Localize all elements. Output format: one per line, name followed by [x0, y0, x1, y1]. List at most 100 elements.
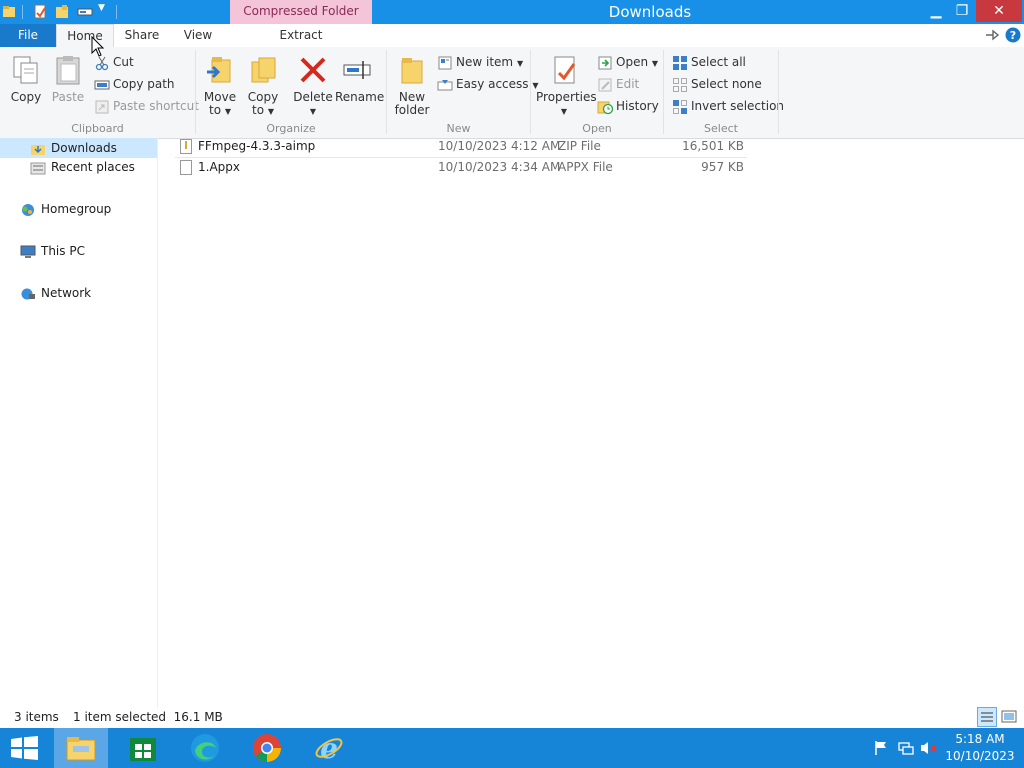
network-status-icon[interactable]: [898, 740, 914, 756]
taskbar-store[interactable]: [116, 728, 170, 768]
navigation-pane[interactable]: [0, 138, 158, 708]
nav-item-this-pc[interactable]: This PC: [20, 241, 85, 261]
copy-to-button[interactable]: Copy to ▼: [244, 54, 282, 118]
delete-button[interactable]: Delete ▼: [293, 54, 333, 118]
chevron-down-icon: ▼: [224, 107, 232, 116]
easy-access-icon: [437, 79, 453, 90]
copy-button[interactable]: Copy: [8, 54, 44, 104]
selection-info: 1 item selected 16.1 MB: [73, 710, 223, 724]
nav-label: Recent places: [51, 160, 135, 174]
taskbar-clock[interactable]: 5:18 AM 10/10/2023: [940, 731, 1020, 765]
windows-start-icon[interactable]: [11, 736, 38, 760]
taskbar-internet-explorer[interactable]: e: [302, 728, 356, 768]
file-row[interactable]: 1.Appx 10/10/2023 4:34 AM APPX File 957 …: [175, 157, 747, 178]
group-separator: [778, 50, 779, 134]
internet-explorer-icon: e: [315, 733, 343, 763]
tab-home[interactable]: Home: [56, 24, 114, 47]
new-folder-qat-icon[interactable]: [55, 4, 69, 19]
rename-button[interactable]: Rename: [335, 54, 384, 104]
qat-separator: [116, 5, 117, 19]
file-type: APPX File: [558, 160, 613, 174]
copy-to-icon: [251, 57, 276, 83]
file-name: FFmpeg-4.3.3-aimp: [198, 139, 316, 153]
taskbar-file-explorer[interactable]: [54, 728, 108, 768]
tab-share[interactable]: Share: [114, 24, 170, 47]
zip-file-icon: [180, 139, 192, 154]
new-folder-label-2: folder: [394, 103, 430, 117]
qat-dropdown-icon[interactable]: ▼: [98, 3, 105, 13]
paste-shortcut-label: Paste shortcut: [113, 99, 199, 113]
new-item-button[interactable]: New item ▼: [437, 52, 523, 72]
svg-text:?: ?: [1010, 29, 1016, 42]
help-icon[interactable]: ?: [1005, 27, 1021, 43]
edit-label: Edit: [616, 77, 640, 91]
nav-item-homegroup[interactable]: Homegroup: [20, 199, 111, 219]
history-button[interactable]: History: [597, 96, 659, 116]
new-item-icon: [438, 56, 452, 69]
cut-label: Cut: [113, 55, 134, 69]
pin-ribbon-icon[interactable]: [984, 28, 1000, 42]
new-folder-button[interactable]: New folder: [392, 54, 432, 117]
select-group-label: Select: [704, 122, 738, 135]
downloads-folder-icon: [31, 144, 45, 155]
copy-to-label-2: to: [251, 103, 265, 117]
action-center-flag-icon[interactable]: [874, 740, 888, 756]
chevron-down-icon: ▼: [651, 59, 659, 68]
easy-access-label: Easy access: [456, 77, 529, 91]
paste-icon: [56, 56, 80, 85]
select-all-button[interactable]: Select all: [672, 52, 746, 72]
restore-button[interactable]: ❐: [946, 0, 978, 22]
compressed-folder-tools-header: Compressed Folder Tools: [230, 0, 372, 40]
paste-shortcut-button[interactable]: Paste shortcut: [94, 96, 199, 116]
properties-icon: [554, 56, 576, 84]
paste-button[interactable]: Paste: [50, 54, 86, 104]
tab-file[interactable]: File: [0, 24, 56, 47]
tab-view[interactable]: View: [170, 24, 226, 47]
easy-access-button[interactable]: Easy access ▼: [437, 74, 539, 94]
nav-item-recent-places[interactable]: Recent places: [30, 157, 135, 177]
computer-icon: [20, 245, 36, 258]
paste-shortcut-icon: [95, 100, 109, 113]
new-folder-icon: [401, 58, 423, 84]
properties-qat-icon[interactable]: [33, 4, 47, 19]
copy-path-button[interactable]: Copy path: [94, 74, 175, 94]
close-button[interactable]: ✕: [976, 0, 1022, 22]
new-item-label: New item: [456, 55, 514, 69]
edit-button[interactable]: Edit: [597, 74, 639, 94]
chevron-down-icon: ▼: [560, 107, 568, 116]
invert-selection-button[interactable]: Invert selection: [672, 96, 784, 116]
file-date: 10/10/2023 4:34 AM: [438, 160, 561, 174]
file-size: 957 KB: [701, 160, 744, 174]
file-size: 16,501 KB: [682, 139, 744, 153]
title-bar[interactable]: [0, 0, 1024, 24]
taskbar-chrome[interactable]: [240, 728, 294, 768]
move-to-button[interactable]: Move to ▼: [200, 54, 240, 118]
select-all-label: Select all: [691, 55, 746, 69]
large-icons-view-icon[interactable]: [1000, 708, 1018, 726]
select-all-icon: [673, 55, 687, 70]
recent-places-icon: [30, 162, 46, 174]
nav-item-network[interactable]: Network: [20, 283, 91, 303]
volume-muted-icon[interactable]: [920, 740, 938, 756]
chevron-down-icon: ▼: [309, 107, 317, 116]
move-to-icon: [207, 57, 231, 83]
properties-button[interactable]: Properties ▼: [536, 54, 597, 118]
item-count: 3 items: [14, 710, 59, 724]
rename-qat-icon[interactable]: [77, 4, 93, 19]
organize-group-label: Organize: [266, 122, 316, 135]
edge-icon: [191, 734, 219, 762]
select-none-button[interactable]: Select none: [672, 74, 762, 94]
tab-extract[interactable]: Extract: [230, 24, 372, 47]
svg-text:e: e: [320, 733, 338, 763]
file-icon: [180, 160, 192, 175]
details-view-icon[interactable]: [977, 707, 997, 727]
taskbar-edge[interactable]: [178, 728, 232, 768]
open-label: Open: [616, 55, 649, 69]
file-date: 10/10/2023 4:12 AM: [438, 139, 561, 153]
select-none-icon: [673, 77, 687, 92]
open-button[interactable]: Open ▼: [597, 52, 658, 72]
explorer-icon[interactable]: [2, 4, 16, 19]
nav-item-downloads[interactable]: Downloads: [0, 138, 157, 158]
homegroup-icon: [22, 203, 34, 216]
file-row[interactable]: FFmpeg-4.3.3-aimp 10/10/2023 4:12 AM ZIP…: [175, 136, 747, 158]
